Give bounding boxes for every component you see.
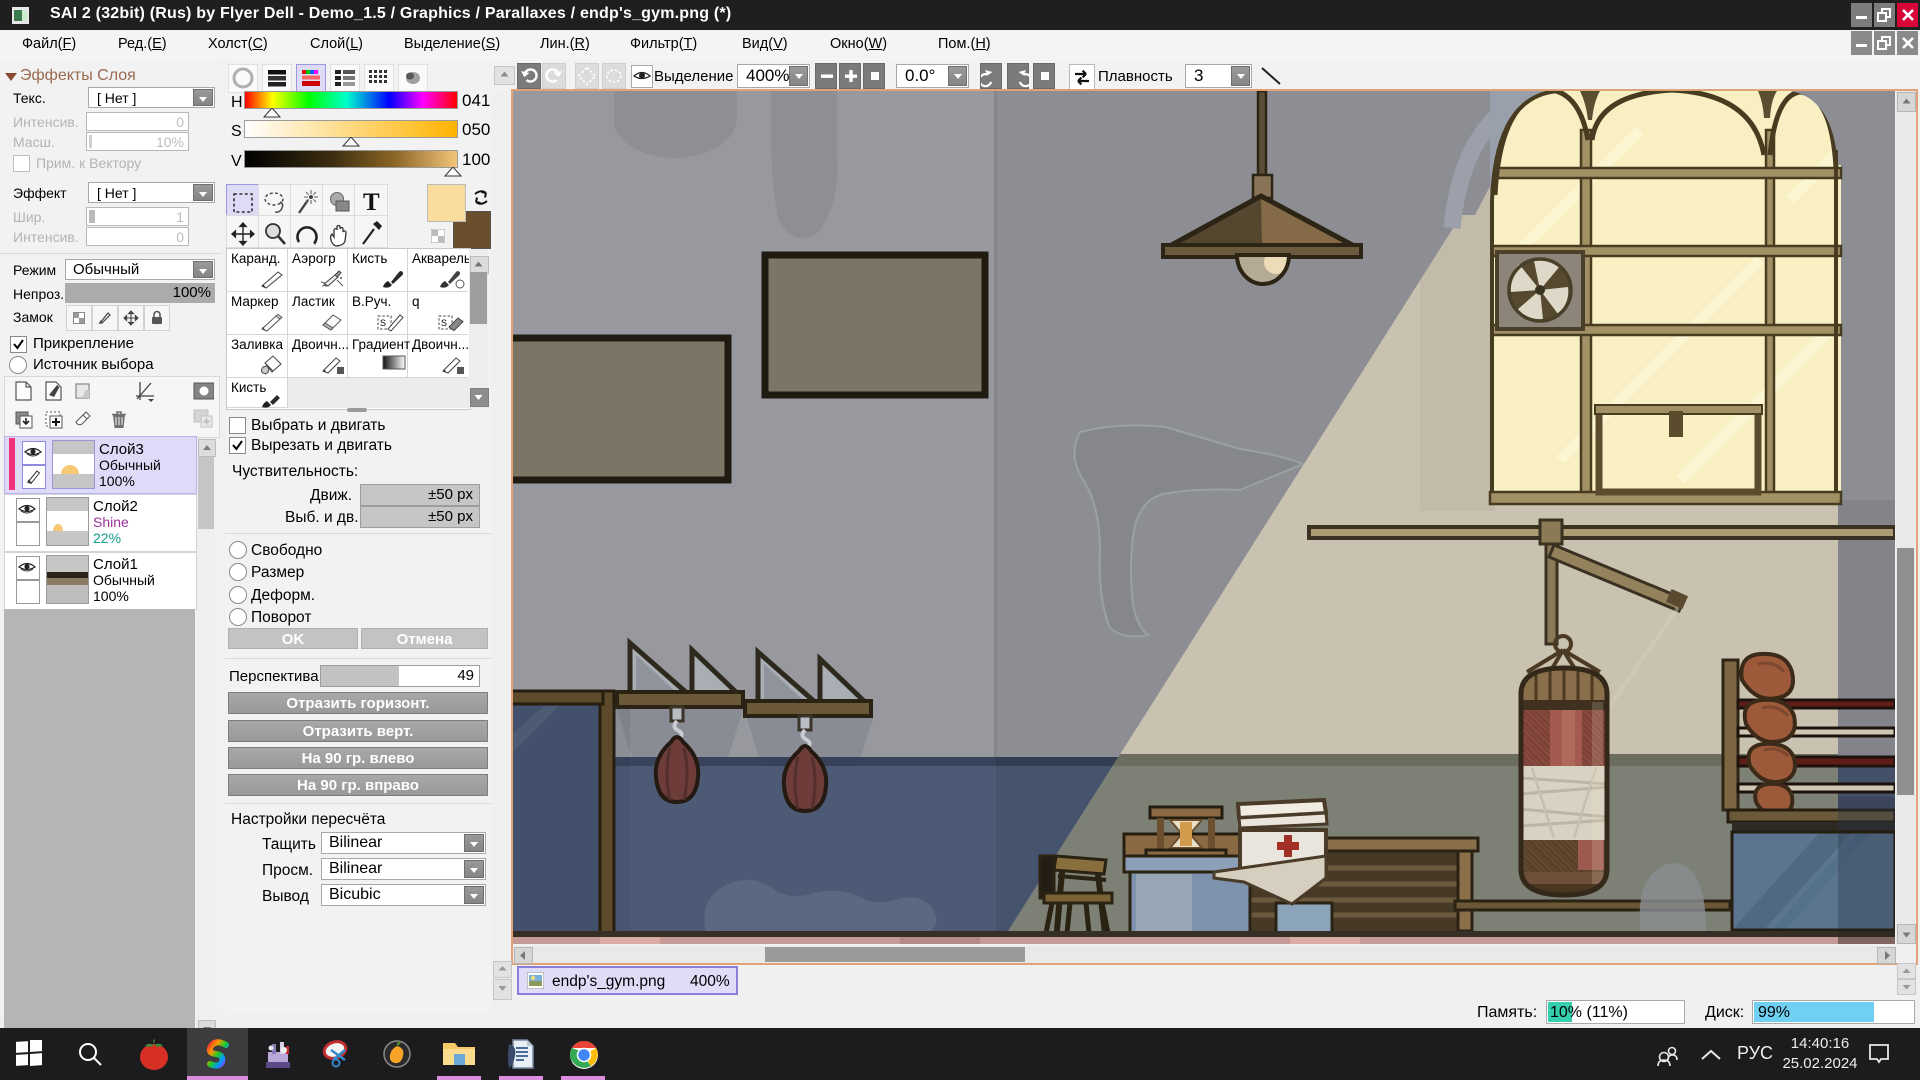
svg-text:S: S	[380, 318, 386, 328]
svg-text:S: S	[441, 318, 447, 328]
